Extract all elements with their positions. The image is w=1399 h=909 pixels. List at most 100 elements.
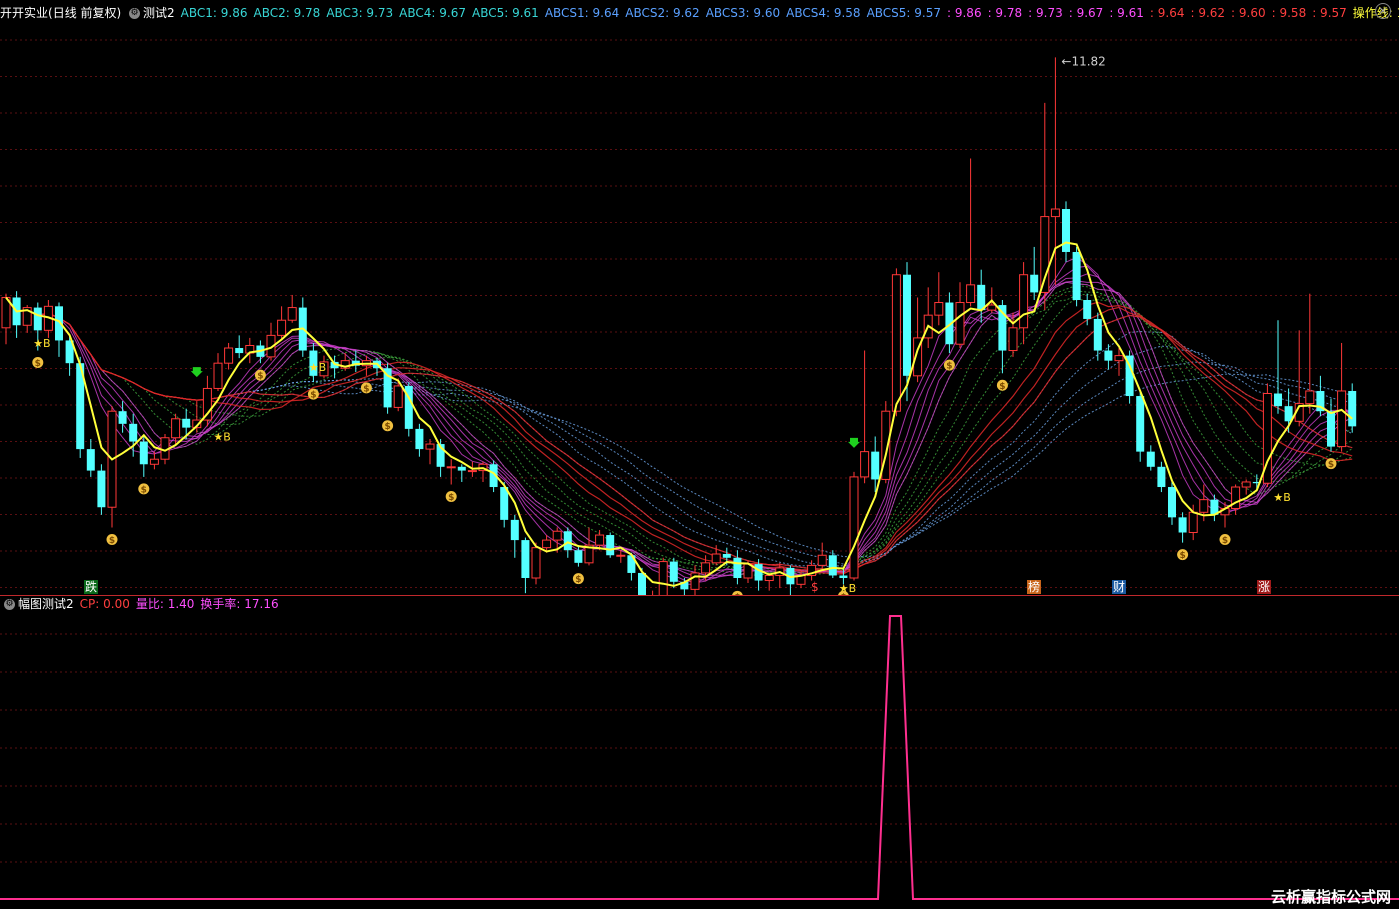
gear-icon[interactable]: ⚙ [4,599,15,610]
candle-body [595,534,605,546]
money-bag-icon: $ [106,533,118,546]
indicator-value-15: : 9.64 [1149,6,1185,20]
money-bag-symbol: $ [575,575,581,585]
candle [903,262,911,402]
candle-body [182,418,191,428]
candle [245,337,255,364]
candle [12,291,21,338]
money-bag-icon: $ [1325,458,1337,470]
candle [998,300,1007,374]
close-icon[interactable]: × [1375,3,1391,19]
candle-body [1348,390,1357,427]
candle-body [1083,300,1092,319]
candle-body [955,302,965,345]
candle-body [425,443,435,450]
money-bag-icon: $ [382,420,394,432]
candle-body [606,535,615,556]
indicator-value-17: : 9.60 [1231,6,1266,20]
buy-signal-marker: ★B [309,361,326,374]
candle-body [839,575,848,578]
money-bag-icon: $ [1177,549,1189,561]
candle [521,537,530,594]
candle-body [574,550,583,563]
event-label[interactable]: 涨 [1257,580,1272,594]
candle [828,550,837,578]
candle-body [1178,517,1187,533]
candle [860,350,870,484]
candle [733,550,742,585]
ribbon-mid-line [5,290,1353,576]
money-bag-icon: $ [254,369,266,382]
candle-body [542,539,552,549]
money-bag-icon: $ [1219,533,1231,546]
candle-body [393,385,403,408]
sub-indicator-value-2: 换手率: 17.16 [200,597,279,611]
candle [1104,344,1113,370]
sub-indicator-values: CP: 0.00 量比: 1.40 换手率: 17.16 [80,597,285,611]
candle-body [139,441,148,465]
money-bag-icon: $ [32,357,44,369]
candle-body [1114,355,1124,362]
event-label[interactable]: 财 [1112,580,1127,594]
candle [1327,398,1335,452]
candle [1062,201,1070,263]
main-indicator-header: 开开实业(日线 前复权) ⚙ 测试2 ABC1: 9.86 ABC2: 9.78 ABC… [0,2,1399,24]
stock-name: 开开实业 [0,6,49,20]
ribbon-long-line [5,297,1353,570]
candle-body [616,554,626,557]
candle [287,294,297,323]
money-bag-icon: $ [572,573,584,585]
candle [627,552,636,581]
main-candlestick-chart[interactable]: ←11.82←8.22$$$$$$$$$$$$$$$$$$$$$$★B★B★B★… [0,0,1399,596]
candle-body [966,284,976,304]
candle-body [1050,208,1060,218]
candle [1030,246,1039,300]
candle-body [764,574,774,582]
candle [1136,390,1145,462]
indicator-value-3: ABC4: 9.67 [399,6,466,20]
ribbon-mid-line [5,297,1353,576]
indicator-value-13: : 9.67 [1068,6,1104,20]
candle-body [415,428,424,450]
buy-signal-marker: ★B [213,430,230,443]
candle [531,542,541,585]
candle-body [510,519,519,541]
candle [1316,375,1325,417]
event-label[interactable]: $ [810,580,820,594]
gear-icon[interactable]: ⚙ [129,8,141,19]
candle [923,287,933,349]
candle [457,464,466,482]
event-label[interactable]: 榜 [1027,580,1042,594]
indicator-value-0: ABC1: 9.86 [180,6,248,20]
sub-indicator-name[interactable]: 幅图测试2 [18,597,74,611]
candle [86,439,95,477]
candle-body [722,553,731,558]
candle-body [86,449,95,471]
candle [235,335,244,359]
candle-body [860,451,870,478]
money-bag-symbol: $ [448,493,454,503]
candle-body [1274,393,1282,407]
candle-body [97,470,106,508]
candle-body [33,307,42,331]
candle-body [871,451,880,480]
candle [340,353,350,371]
candle-body [552,530,562,541]
candle-body [1168,487,1176,518]
candle [1168,481,1176,525]
candle-body [467,470,477,473]
candle-body [287,307,297,321]
candle [213,353,223,391]
indicator-value-10: : 9.86 [947,6,982,20]
candle [1146,445,1155,471]
candle [202,375,212,427]
indicator-name[interactable]: 测试2 [143,6,175,20]
candle [1125,350,1134,404]
candle-body [171,418,181,439]
candle [436,439,445,477]
ribbon-long-line [5,297,1353,558]
event-label[interactable]: 跌 [84,580,99,594]
candle-body [891,274,901,412]
candle-body [457,466,466,471]
sub-indicator-chart[interactable] [0,596,1399,909]
